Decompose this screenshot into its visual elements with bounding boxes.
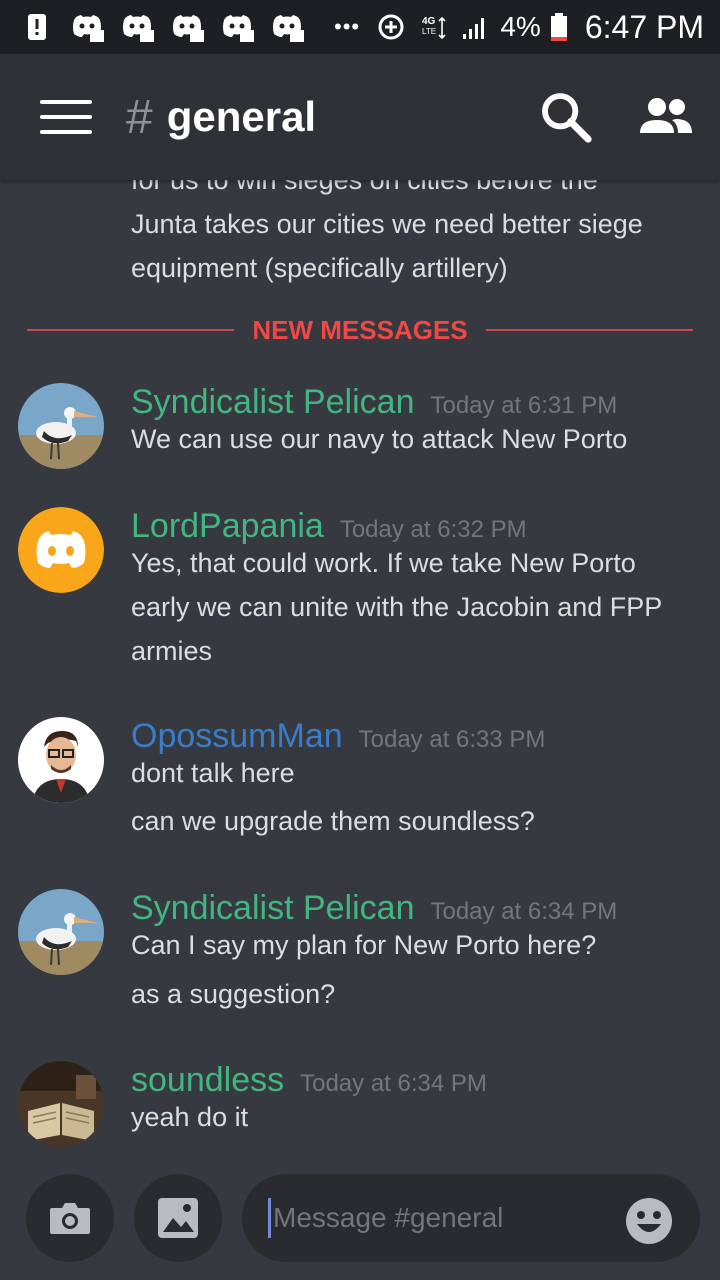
discord-notification-icon <box>70 12 104 42</box>
channel-hash-icon: # <box>126 90 153 144</box>
image-icon <box>158 1198 198 1238</box>
message-line: early we can unite with the Jacobin and … <box>131 592 663 622</box>
discord-notification-icon <box>270 12 304 42</box>
members-button[interactable] <box>638 89 694 145</box>
menu-button[interactable] <box>36 92 96 142</box>
message-line: for us to win sieges on cities before th… <box>131 180 598 195</box>
members-icon <box>640 98 692 133</box>
signal-icon <box>458 12 492 42</box>
message-placeholder: Message #general <box>273 1202 504 1233</box>
message-line: equipment (specifically artillery) <box>131 253 508 283</box>
message-line: as a suggestion? <box>131 979 336 1009</box>
menu-icon-bar <box>40 130 92 134</box>
svg-text:4G: 4G <box>422 16 436 27</box>
discord-notification-icon <box>120 12 154 42</box>
divider-line <box>27 329 235 331</box>
search-icon <box>542 93 592 143</box>
divider-line <box>485 329 693 331</box>
data-saver-icon <box>374 12 408 42</box>
message-list[interactable]: for us to win sieges on cities before th… <box>0 180 720 1170</box>
cartoon-man-avatar[interactable] <box>18 717 104 803</box>
search-button[interactable] <box>538 89 594 145</box>
pelican-avatar[interactable] <box>18 383 104 469</box>
channel-header: # general <box>0 54 720 180</box>
svg-text:LTE: LTE <box>422 27 436 36</box>
continued-message: for us to win sieges on cities before th… <box>131 180 701 290</box>
status-bar: ••• 4G LTE 4% 6:47 PM <box>0 0 720 54</box>
book-avatar[interactable] <box>18 1061 104 1147</box>
message-composer: Message #general <box>0 1170 720 1280</box>
emoji-button[interactable] <box>624 1196 674 1246</box>
message-line: We can use our navy to attack New Porto <box>131 424 628 454</box>
status-bar-system: 4G LTE 4% 6:47 PM <box>374 9 704 46</box>
status-bar-notifications: ••• <box>20 12 370 42</box>
new-messages-divider: NEW MESSAGES <box>27 315 693 345</box>
message-line: dont talk here <box>131 758 295 788</box>
message-line: Can I say my plan for New Porto here? <box>131 930 597 960</box>
message-line: yeah do it <box>131 1102 249 1132</box>
message-line: can we upgrade them soundless? <box>131 806 535 836</box>
timestamp: Today at 6:32 PM <box>339 516 527 543</box>
discord-notification-icon <box>170 12 204 42</box>
message-line: armies <box>131 636 213 666</box>
network-4g-icon: 4G LTE <box>416 12 450 42</box>
pelican-avatar[interactable] <box>18 889 104 975</box>
clock: 6:47 PM <box>584 8 704 45</box>
channel-name: general <box>166 93 317 140</box>
discord-notification-icon <box>220 12 254 42</box>
camera-button[interactable] <box>26 1174 114 1262</box>
message-line: Junta takes our cities we need better si… <box>131 209 643 239</box>
discord-default-avatar[interactable] <box>18 507 104 593</box>
new-messages-label: NEW MESSAGES <box>252 314 468 345</box>
text-caret <box>268 1198 271 1238</box>
alert-icon <box>20 12 54 42</box>
battery-percent: 4% <box>500 11 541 42</box>
emoji-icon <box>626 1198 672 1244</box>
timestamp: Today at 6:31 PM <box>430 392 618 419</box>
battery-icon <box>549 12 569 42</box>
image-button[interactable] <box>134 1174 222 1262</box>
more-icon: ••• <box>334 14 361 39</box>
menu-icon-bar <box>40 115 92 119</box>
camera-icon <box>50 1203 90 1234</box>
message-input[interactable]: Message #general <box>242 1174 700 1262</box>
timestamp: Today at 6:34 PM <box>430 898 618 925</box>
menu-icon-bar <box>40 100 92 104</box>
message-line: Yes, that could work. If we take New Por… <box>131 548 636 578</box>
timestamp: Today at 6:33 PM <box>358 726 546 753</box>
timestamp: Today at 6:34 PM <box>300 1070 487 1097</box>
